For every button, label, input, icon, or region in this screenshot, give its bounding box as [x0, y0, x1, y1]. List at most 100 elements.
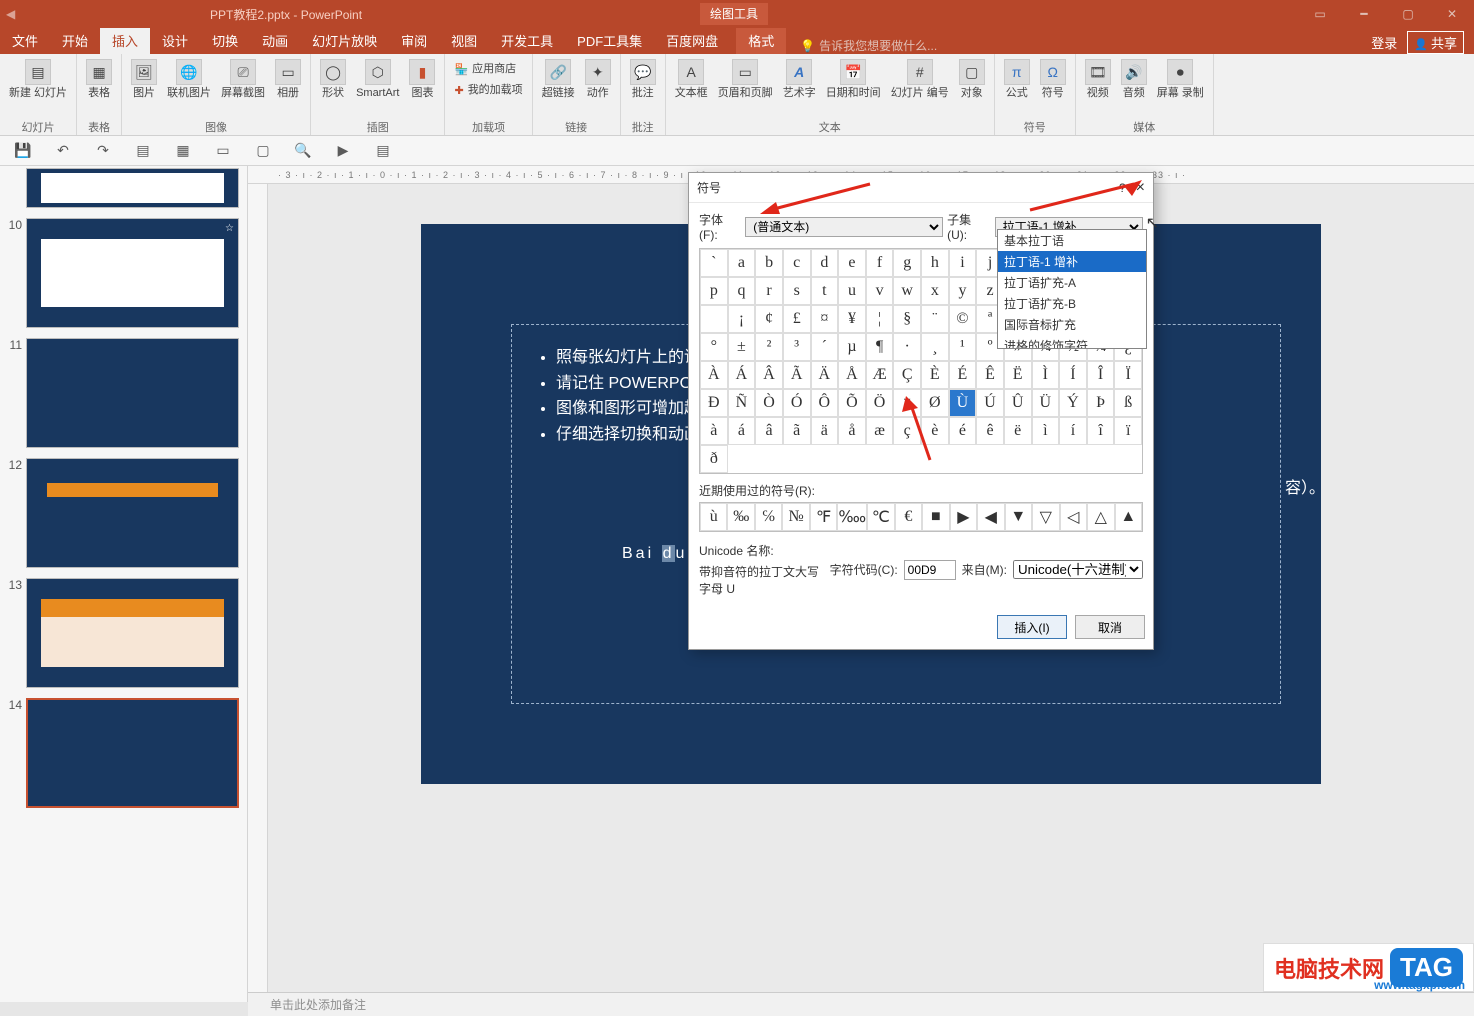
recent-symbol-cell[interactable]: ▲ — [1115, 503, 1142, 531]
equation-button[interactable]: π公式 — [1001, 57, 1033, 101]
subset-option[interactable]: 国际音标扩充 — [998, 314, 1146, 335]
tellme-input[interactable]: 💡告诉我您想要做什么... — [800, 37, 937, 54]
app-store-button[interactable]: 🏪应用商店 — [451, 61, 519, 78]
symbol-cell[interactable]: ¸ — [921, 333, 949, 361]
qat-icon[interactable]: ▦ — [174, 142, 192, 160]
symbol-cell[interactable]: Ã — [783, 361, 811, 389]
back-icon[interactable]: ◀ — [6, 7, 15, 21]
screenshot-button[interactable]: ⎚屏幕截图 — [218, 57, 268, 101]
symbol-cell[interactable]: c — [783, 249, 811, 277]
symbol-cell[interactable]: ¥ — [838, 305, 866, 333]
symbol-cell[interactable]: Ò — [755, 389, 783, 417]
symbol-cell[interactable]: s — [783, 277, 811, 305]
smartart-button[interactable]: ⬡SmartArt — [353, 57, 402, 101]
symbol-cell[interactable]: e — [838, 249, 866, 277]
symbol-cell[interactable]: y — [949, 277, 977, 305]
thumb[interactable] — [4, 172, 239, 208]
ribbon-options-icon[interactable]: ▭ — [1298, 0, 1342, 28]
login-link[interactable]: 登录 — [1371, 33, 1397, 52]
symbol-cell[interactable]: Ù — [949, 389, 977, 417]
font-select[interactable]: (普通文本) — [745, 217, 943, 237]
share-button[interactable]: 👤 共享 — [1407, 31, 1464, 54]
thumb[interactable]: 13 — [4, 578, 239, 688]
video-button[interactable]: 🎞视频 — [1082, 57, 1114, 101]
symbol-cell[interactable]: ´ — [811, 333, 839, 361]
symbol-cell[interactable]: à — [700, 417, 728, 445]
my-addins-button[interactable]: ✚我的加载项 — [451, 82, 525, 99]
comment-button[interactable]: 💬批注 — [627, 57, 659, 101]
symbol-cell[interactable]: x — [921, 277, 949, 305]
symbol-cell[interactable]: Ì — [1032, 361, 1060, 389]
symbol-cell[interactable]: g — [893, 249, 921, 277]
symbol-cell[interactable]: Ó — [783, 389, 811, 417]
symbol-cell[interactable]: ë — [1004, 417, 1032, 445]
charcode-input[interactable] — [904, 560, 956, 580]
table-button[interactable]: ▦表格 — [83, 57, 115, 101]
object-button[interactable]: ▢对象 — [956, 57, 988, 101]
dialog-help-icon[interactable]: ? — [1119, 181, 1126, 195]
qat-icon[interactable]: ▭ — [214, 142, 232, 160]
recent-symbol-cell[interactable]: ‰ — [727, 503, 754, 531]
symbol-cell[interactable]: é — [949, 417, 977, 445]
recent-symbol-cell[interactable]: ù — [700, 503, 727, 531]
thumb-selected[interactable]: 14 — [4, 698, 239, 808]
recent-symbol-cell[interactable]: ℃ — [867, 503, 894, 531]
recent-symbol-cell[interactable]: ▼ — [1005, 503, 1032, 531]
symbol-cell[interactable]: ß — [1114, 389, 1142, 417]
from-select[interactable]: Unicode(十六进制) — [1013, 560, 1143, 579]
symbol-cell[interactable]: w — [893, 277, 921, 305]
symbol-cell[interactable]: Ü — [1032, 389, 1060, 417]
tab-format[interactable]: 格式 — [736, 27, 786, 54]
qat-icon[interactable]: ▶ — [334, 142, 352, 160]
symbol-cell[interactable]: × — [893, 389, 921, 417]
minimize-icon[interactable]: ━ — [1342, 0, 1386, 28]
undo-icon[interactable]: ↶ — [54, 142, 72, 160]
album-button[interactable]: ▭相册 — [272, 57, 304, 101]
action-button[interactable]: ✦动作 — [582, 57, 614, 101]
recent-symbol-cell[interactable]: ◁ — [1060, 503, 1087, 531]
symbol-cell[interactable]: á — [728, 417, 756, 445]
symbol-cell[interactable]: r — [755, 277, 783, 305]
symbol-cell[interactable]: a — [728, 249, 756, 277]
tab-view[interactable]: 视图 — [439, 27, 489, 54]
dialog-close-icon[interactable]: × — [1136, 179, 1145, 197]
symbol-cell[interactable]: ¹ — [949, 333, 977, 361]
qat-icon[interactable]: ▤ — [134, 142, 152, 160]
recent-symbols[interactable]: ù‰℅№℉‱℃€■▶◀▼▽◁△▲ — [699, 502, 1143, 532]
symbol-cell[interactable]: ¦ — [866, 305, 894, 333]
symbol-cell[interactable]: Ð — [700, 389, 728, 417]
subset-dropdown-list[interactable]: 基本拉丁语 拉丁语-1 增补 拉丁语扩充-A 拉丁语扩充-B 国际音标扩充 进格… — [997, 229, 1147, 349]
slide-number-button[interactable]: #幻灯片 编号 — [888, 57, 952, 101]
symbol-cell[interactable]: ï — [1114, 417, 1142, 445]
symbol-cell[interactable]: Î — [1087, 361, 1115, 389]
recent-symbol-cell[interactable]: △ — [1087, 503, 1114, 531]
recent-symbol-cell[interactable]: № — [782, 503, 809, 531]
symbol-cell[interactable]: Ê — [976, 361, 1004, 389]
symbol-cell[interactable]: Æ — [866, 361, 894, 389]
subset-option[interactable]: 拉丁语扩充-A — [998, 272, 1146, 293]
drawing-tools-tab[interactable]: 绘图工具 — [700, 3, 768, 25]
new-slide-button[interactable]: ▤新建 幻灯片 — [6, 57, 70, 101]
tab-transitions[interactable]: 切换 — [200, 27, 250, 54]
symbol-cell[interactable]: d — [811, 249, 839, 277]
symbol-cell[interactable]: È — [921, 361, 949, 389]
symbol-cell[interactable]: Â — [755, 361, 783, 389]
recent-symbol-cell[interactable]: ▶ — [950, 503, 977, 531]
tab-developer[interactable]: 开发工具 — [489, 27, 565, 54]
symbol-cell[interactable]: â — [755, 417, 783, 445]
symbol-cell[interactable]: q — [728, 277, 756, 305]
redo-icon[interactable]: ↷ — [94, 142, 112, 160]
audio-button[interactable]: 🔊音频 — [1118, 57, 1150, 101]
symbol-cell[interactable]: u — [838, 277, 866, 305]
symbol-cell[interactable]: Ø — [921, 389, 949, 417]
symbol-cell[interactable]: Þ — [1087, 389, 1115, 417]
cancel-button[interactable]: 取消 — [1075, 615, 1145, 639]
tab-pdf[interactable]: PDF工具集 — [565, 27, 654, 54]
symbol-cell[interactable]: ç — [893, 417, 921, 445]
recent-symbol-cell[interactable]: ◀ — [977, 503, 1004, 531]
symbol-cell[interactable]: å — [838, 417, 866, 445]
picture-button[interactable]: 🖼图片 — [128, 57, 160, 101]
symbol-cell[interactable]: Å — [838, 361, 866, 389]
slide-thumbnails[interactable]: 10☆ 11 12 13 14 — [0, 166, 248, 1002]
tab-baidu[interactable]: 百度网盘 — [654, 27, 730, 54]
